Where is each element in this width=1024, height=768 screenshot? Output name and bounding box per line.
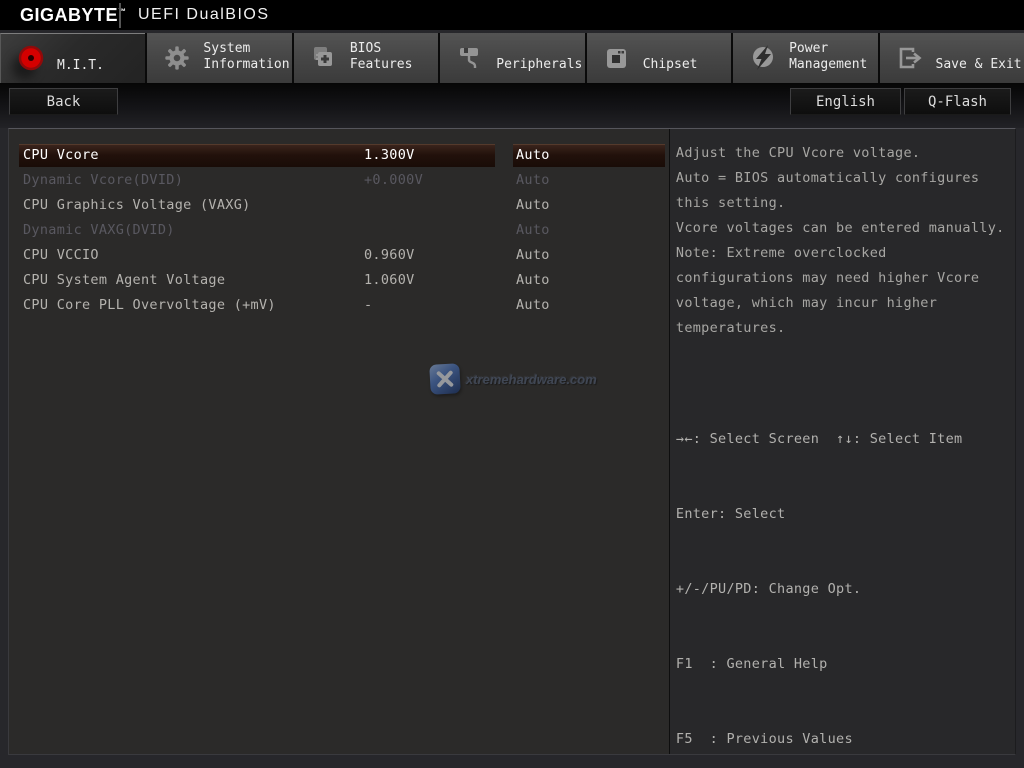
mit-red-dot-icon xyxy=(15,43,47,75)
setting-name: CPU Graphics Voltage (VAXG) xyxy=(23,197,251,213)
shortcut-line: →←: Select Screen ↑↓: Select Item xyxy=(675,431,963,447)
tab-system-information[interactable]: System Information xyxy=(147,33,292,83)
setting-row-cpu-system-agent[interactable]: CPU System Agent Voltage 1.060V Auto xyxy=(9,268,669,293)
shortcut-line: Enter: Select xyxy=(675,506,786,522)
tab-label: Chipset xyxy=(642,57,698,72)
setting-name: Dynamic Vcore(DVID) xyxy=(23,172,184,188)
shortcut-line: F1 : General Help xyxy=(675,656,828,672)
help-line: temperatures. xyxy=(675,320,786,336)
help-line: Note: Extreme overclocked xyxy=(675,245,887,261)
main-tab-bar: M.I.T. System Information BIOS Features … xyxy=(0,33,1024,83)
keyboard-shortcuts: →←: Select Screen ↑↓: Select Item Enter:… xyxy=(670,341,1015,768)
setting-value: +0.000V xyxy=(364,172,423,188)
setting-name: CPU Vcore xyxy=(23,147,99,163)
help-line: voltage, which may incur higher xyxy=(675,295,938,311)
setting-value: 1.060V xyxy=(364,272,415,288)
tab-mit[interactable]: M.I.T. xyxy=(0,33,146,83)
qflash-button[interactable]: Q-Flash xyxy=(904,88,1011,115)
setting-row-cpu-vccio[interactable]: CPU VCCIO 0.960V Auto xyxy=(9,243,669,268)
setting-row-dynamic-vaxg: Dynamic VAXG(DVID) Auto xyxy=(9,218,669,243)
chip-plus-icon xyxy=(308,42,340,74)
setting-name: CPU Core PLL Overvoltage (+mV) xyxy=(23,297,276,313)
help-line: Vcore voltages can be entered manually. xyxy=(675,220,1005,236)
tab-label: M.I.T. xyxy=(57,57,104,73)
setting-row-cpu-graphics-voltage[interactable]: CPU Graphics Voltage (VAXG) Auto xyxy=(9,193,669,218)
setting-name: CPU VCCIO xyxy=(23,247,99,263)
setting-value: 0.960V xyxy=(364,247,415,263)
setting-value: - xyxy=(364,297,373,313)
setting-row-cpu-vcore[interactable]: CPU Vcore 1.300V Auto xyxy=(9,143,669,168)
help-text: Adjust the CPU Vcore voltage. Auto = BIO… xyxy=(670,129,1015,341)
tab-chipset[interactable]: Chipset xyxy=(586,33,732,83)
setting-name: Dynamic VAXG(DVID) xyxy=(23,222,175,238)
gigabyte-logo: GIGABYTE™ xyxy=(20,5,127,25)
setting-value: 1.300V xyxy=(364,147,415,163)
setting-row-dynamic-vcore: Dynamic Vcore(DVID) +0.000V Auto xyxy=(9,168,669,193)
main-panel: CPU Vcore 1.300V Auto Dynamic Vcore(DVID… xyxy=(8,128,1016,755)
shortcut-line: F5 : Previous Values xyxy=(675,731,853,747)
setting-option: Auto xyxy=(516,147,550,163)
help-line: Adjust the CPU Vcore voltage. xyxy=(675,145,921,161)
back-button[interactable]: Back xyxy=(9,88,118,115)
gear-icon xyxy=(161,42,193,74)
setting-option: Auto xyxy=(516,297,550,313)
tab-label: Save & Exit xyxy=(935,57,1022,72)
top-header-bar: GIGABYTE™ UEFI DualBIOS xyxy=(0,0,1024,30)
settings-list: CPU Vcore 1.300V Auto Dynamic Vcore(DVID… xyxy=(9,129,669,754)
power-bolt-icon xyxy=(747,42,779,74)
header-separator xyxy=(119,3,121,28)
chipset-icon xyxy=(601,42,633,74)
shortcut-line: +/-/PU/PD: Change Opt. xyxy=(675,581,862,597)
setting-option: Auto xyxy=(516,222,550,238)
setting-option: Auto xyxy=(516,247,550,263)
setting-option: Auto xyxy=(516,197,550,213)
setting-name: CPU System Agent Voltage xyxy=(23,272,226,288)
tab-save-exit[interactable]: Save & Exit xyxy=(879,33,1024,83)
exit-arrow-icon xyxy=(894,42,926,74)
help-line: this setting. xyxy=(675,195,786,211)
setting-option: Auto xyxy=(516,172,550,188)
tab-power-management[interactable]: Power Management xyxy=(733,33,878,83)
language-button[interactable]: English xyxy=(790,88,901,115)
peripheral-cable-icon xyxy=(454,42,486,74)
tab-peripherals[interactable]: Peripherals xyxy=(440,33,585,83)
help-line: configurations may need higher Vcore xyxy=(675,270,980,286)
setting-row-cpu-core-pll[interactable]: CPU Core PLL Overvoltage (+mV) - Auto xyxy=(9,293,669,318)
help-panel: Adjust the CPU Vcore voltage. Auto = BIO… xyxy=(669,129,1015,754)
tab-label: Peripherals xyxy=(496,57,583,72)
tab-label: BIOS Features xyxy=(349,41,413,72)
bios-title: UEFI DualBIOS xyxy=(138,6,270,23)
tab-bios-features[interactable]: BIOS Features xyxy=(293,33,439,83)
setting-option: Auto xyxy=(516,272,550,288)
tab-label: Power Management xyxy=(789,41,868,72)
help-line: Auto = BIOS automatically configures xyxy=(675,170,980,186)
tab-label: System Information xyxy=(203,41,290,72)
